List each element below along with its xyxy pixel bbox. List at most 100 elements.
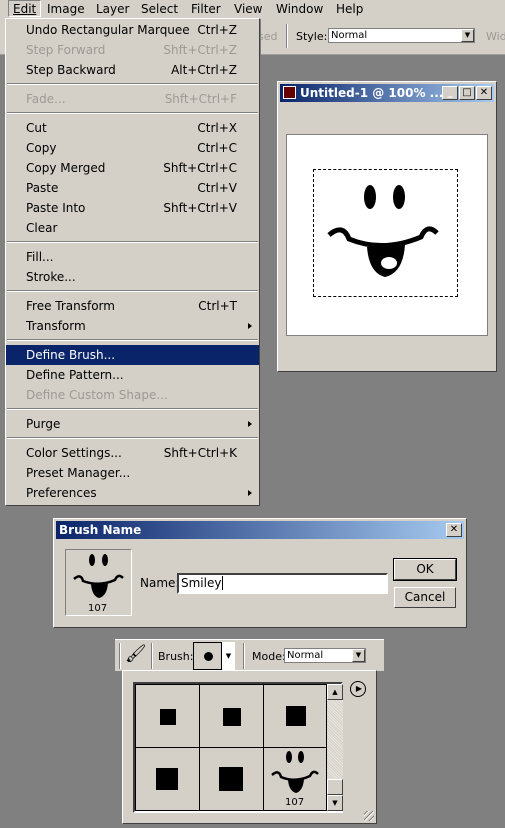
brush-tool-icon[interactable]: 🖌 — [125, 644, 147, 664]
document-window: Untitled-1 @ 100% ... _ □ ✕ — [277, 81, 497, 372]
document-titlebar[interactable]: Untitled-1 @ 100% ... _ □ ✕ — [280, 84, 494, 102]
menu-item-paste-into[interactable]: Paste Into Shft+Ctrl+V — [6, 198, 259, 218]
brush-cell-smiley[interactable]: 107 — [263, 747, 327, 811]
divider — [243, 643, 245, 669]
canvas[interactable] — [286, 134, 488, 336]
cancel-button[interactable]: Cancel — [394, 587, 456, 608]
resize-grip-icon[interactable] — [364, 811, 374, 821]
submenu-arrow-icon — [248, 490, 252, 496]
brush-preset-picker[interactable]: ▼ — [193, 642, 235, 670]
smiley-brush-icon — [271, 751, 319, 793]
menu-item-define-pattern[interactable]: Define Pattern... — [6, 365, 259, 385]
smiley-brush-icon — [73, 554, 124, 598]
menu-layer[interactable]: Layer — [92, 1, 133, 18]
menu-item-label: Purge — [26, 417, 61, 431]
menu-item-label: Preferences — [26, 486, 97, 500]
dialog-titlebar[interactable]: Brush Name ✕ — [56, 521, 464, 539]
ok-button[interactable]: OK — [393, 558, 457, 581]
chevron-down-icon[interactable]: ▼ — [461, 29, 474, 42]
brush-grid: 107 ▲ ▼ — [133, 682, 343, 813]
name-label: Name: — [140, 576, 180, 590]
divider — [151, 643, 153, 669]
square-brush-icon — [286, 706, 306, 726]
menu-item-shortcut: Shft+Ctrl+C — [163, 161, 237, 175]
submenu-arrow-icon — [248, 421, 252, 427]
menu-image[interactable]: Image — [43, 1, 89, 18]
name-value: Smiley — [181, 576, 222, 590]
menu-item-shortcut: Alt+Ctrl+Z — [171, 63, 237, 77]
divider — [286, 24, 288, 48]
menu-separator — [6, 434, 259, 443]
photoshop-doc-icon — [283, 86, 296, 99]
menu-item-step-backward[interactable]: Step Backward Alt+Ctrl+Z — [6, 60, 259, 80]
brush-cell[interactable] — [199, 684, 264, 748]
menu-item-define-custom-shape[interactable]: Define Custom Shape... — [6, 385, 259, 405]
maximize-button[interactable]: □ — [459, 86, 475, 100]
menu-item-label: Clear — [26, 221, 58, 235]
menu-item-label: Fill... — [26, 250, 54, 264]
brush-picker-panel: 107 ▲ ▼ ▶ — [122, 670, 377, 824]
close-button[interactable]: ✕ — [476, 86, 492, 100]
menu-item-preferences[interactable]: Preferences — [6, 483, 259, 503]
menu-select[interactable]: Select — [137, 1, 182, 18]
brush-cell[interactable] — [199, 747, 264, 811]
menu-item-shortcut: Shft+Ctrl+F — [164, 92, 237, 106]
menu-item-copy-merged[interactable]: Copy Merged Shft+Ctrl+C — [6, 158, 259, 178]
square-brush-icon — [156, 768, 178, 790]
menu-window[interactable]: Window — [272, 1, 327, 18]
text-cursor — [222, 576, 224, 590]
menu-separator — [6, 287, 259, 296]
menu-item-free-transform[interactable]: Free Transform Ctrl+T — [6, 296, 259, 316]
menu-separator — [6, 336, 259, 345]
menu-item-preset-manager[interactable]: Preset Manager... — [6, 463, 259, 483]
menu-item-stroke[interactable]: Stroke... — [6, 267, 259, 287]
menu-help[interactable]: Help — [332, 1, 367, 18]
menu-item-shortcut: Shft+Ctrl+V — [163, 201, 237, 215]
style-select[interactable]: Normal ▼ — [328, 28, 475, 43]
scrollbar[interactable]: ▲ ▼ — [327, 684, 343, 811]
menu-item-label: Step Forward — [26, 43, 106, 57]
brush-label: Brush: — [158, 650, 194, 663]
menu-item-label: Step Backward — [26, 63, 116, 77]
menu-item-color-settings[interactable]: Color Settings... Shft+Ctrl+K — [6, 443, 259, 463]
menu-item-undo-rectangular-marquee[interactable]: Undo Rectangular Marquee Ctrl+Z — [6, 20, 259, 40]
close-button[interactable]: ✕ — [446, 523, 462, 537]
menu-item-label: Define Brush... — [26, 348, 116, 362]
menu-item-clear[interactable]: Clear — [6, 218, 259, 238]
menu-item-shortcut: Ctrl+C — [197, 141, 237, 155]
menu-view[interactable]: View — [230, 1, 266, 18]
brush-options-bar: 🖌 Brush: ▼ Mode: Normal ▼ — [115, 639, 384, 671]
menu-edit[interactable]: Edit — [8, 0, 42, 17]
menu-item-fade[interactable]: Fade... Shft+Ctrl+F — [6, 89, 259, 109]
minimize-button[interactable]: _ — [442, 86, 458, 100]
style-label: Style: — [296, 30, 328, 43]
menu-item-label: Undo Rectangular Marquee — [26, 23, 190, 37]
menu-item-label: Paste Into — [26, 201, 86, 215]
brush-cell[interactable] — [135, 684, 200, 748]
menu-item-label: Fade... — [26, 92, 66, 106]
chevron-down-icon[interactable]: ▼ — [221, 642, 235, 670]
menu-item-copy[interactable]: Copy Ctrl+C — [6, 138, 259, 158]
menu-item-paste[interactable]: Paste Ctrl+V — [6, 178, 259, 198]
menu-item-fill[interactable]: Fill... — [6, 247, 259, 267]
mode-select[interactable]: Normal ▼ — [284, 648, 366, 663]
menu-item-cut[interactable]: Cut Ctrl+X — [6, 118, 259, 138]
chevron-down-icon[interactable]: ▼ — [352, 649, 365, 662]
brush-cell[interactable] — [135, 747, 200, 811]
menu-item-label: Paste — [26, 181, 59, 195]
panel-menu-arrow-icon[interactable]: ▶ — [350, 681, 366, 697]
brush-cell[interactable] — [263, 684, 327, 748]
menu-filter[interactable]: Filter — [187, 1, 225, 18]
menu-item-define-brush[interactable]: Define Brush... — [6, 345, 259, 365]
dialog-title: Brush Name — [59, 523, 142, 537]
name-input[interactable]: Smiley — [177, 573, 388, 594]
scroll-up-button[interactable]: ▲ — [327, 684, 343, 700]
scroll-down-button[interactable]: ▼ — [327, 795, 343, 811]
menu-item-transform[interactable]: Transform — [6, 316, 259, 336]
menu-item-shortcut: Ctrl+Z — [197, 23, 237, 37]
scroll-thumb[interactable] — [327, 779, 343, 795]
menu-item-purge[interactable]: Purge — [6, 414, 259, 434]
menu-item-step-forward[interactable]: Step Forward Shft+Ctrl+Z — [6, 40, 259, 60]
brush-thumbnail: 107 — [65, 549, 132, 616]
menu-item-label: Cut — [26, 121, 47, 135]
